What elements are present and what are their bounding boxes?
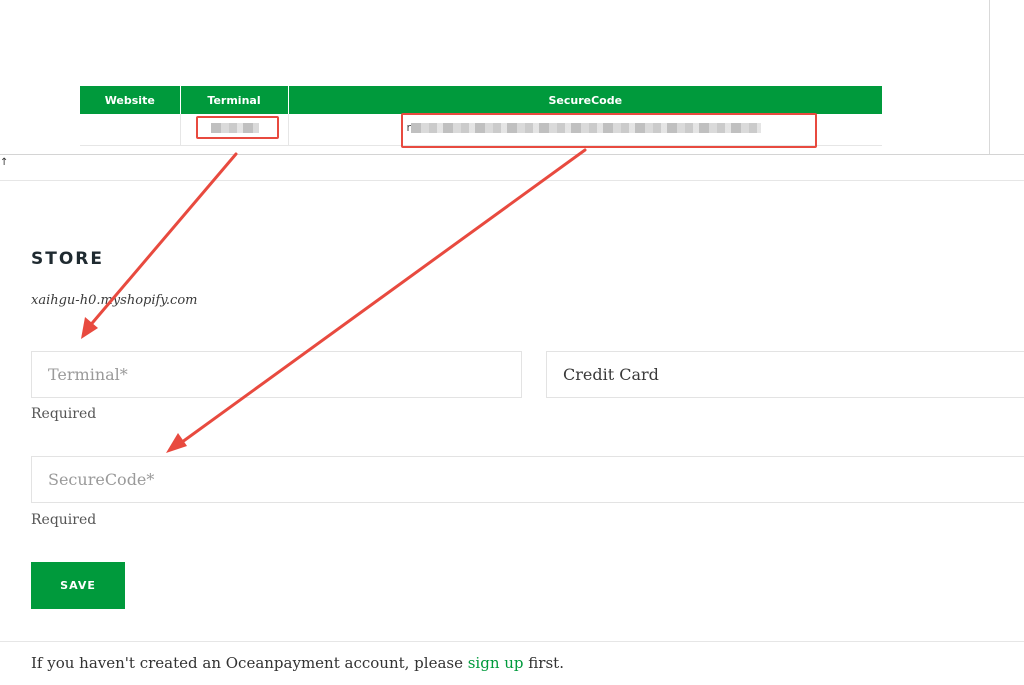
terminal-highlight-box [196, 116, 279, 139]
payment-method-field[interactable]: Credit Card [546, 351, 1024, 398]
credentials-header-row: Website Terminal SecureCode [80, 86, 882, 114]
store-domain: xaihgu-h0.myshopify.com [31, 293, 198, 308]
website-column-header: Website [80, 86, 181, 114]
screenshot-bottom-edge [0, 154, 1024, 155]
terminal-column-header: Terminal [180, 86, 289, 114]
securecode-required-hint: Required [31, 512, 97, 528]
securecode-highlight-box [401, 113, 817, 148]
signup-prompt-text: If you haven't created an Oceanpayment a… [31, 654, 468, 672]
save-button[interactable]: SAVE [31, 562, 125, 609]
corner-mark: ↑ [0, 157, 9, 168]
section-divider [0, 180, 1024, 181]
terminal-required-hint: Required [31, 406, 97, 422]
website-cell [80, 114, 181, 146]
footer-divider [0, 641, 1024, 642]
divider [989, 0, 990, 154]
securecode-column-header: SecureCode [288, 86, 882, 114]
store-heading: STORE [31, 249, 104, 269]
securecode-input[interactable] [31, 456, 1024, 503]
signup-prompt: If you haven't created an Oceanpayment a… [31, 654, 564, 672]
signup-prompt-suffix: first. [523, 654, 564, 672]
sign-up-link[interactable]: sign up [468, 654, 524, 672]
terminal-arrow [81, 152, 238, 339]
securecode-arrow [166, 148, 587, 453]
terminal-input[interactable] [31, 351, 522, 398]
